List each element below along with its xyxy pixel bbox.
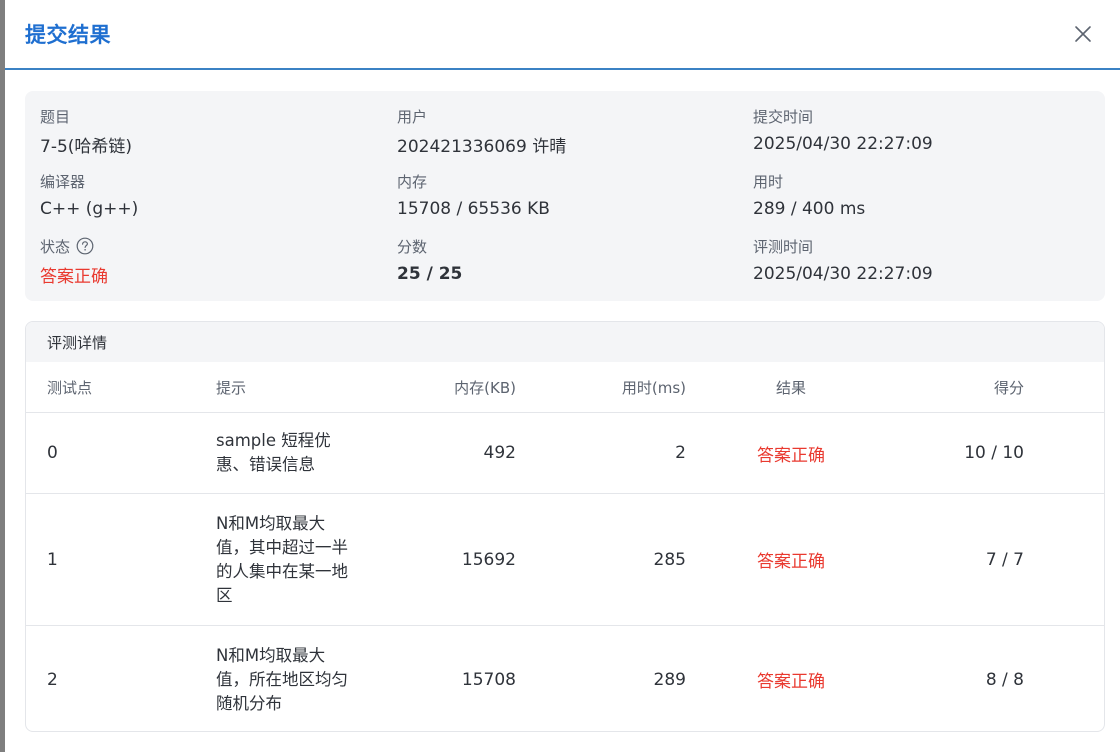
cell-testcase: 1	[47, 549, 58, 570]
time-label: 用时	[753, 172, 784, 191]
cell-memory: 492	[483, 443, 516, 463]
cell-time: 2	[675, 443, 686, 463]
memory-field: 内存 15708 / 65536 KB	[397, 170, 737, 221]
compiler-value: C++ (g++)	[40, 199, 139, 219]
time-field: 用时 289 / 400 ms	[753, 170, 1093, 221]
cell-result: 答案正确	[757, 445, 825, 466]
judge-details-panel: 评测详情 测试点 提示 内存(KB) 用时(ms) 结果 得分 0 sample…	[25, 321, 1105, 732]
cell-score: 8 / 8	[985, 669, 1024, 690]
cell-score: 7 / 7	[985, 549, 1024, 570]
cell-memory: 15708	[461, 669, 516, 690]
status-label: 状态	[40, 237, 71, 256]
header-memory: 内存(KB)	[454, 378, 516, 397]
compiler-label: 编译器	[40, 172, 86, 191]
dialog-title: 提交结果	[25, 23, 111, 47]
header-score: 得分	[993, 378, 1024, 397]
header-testcase: 测试点	[47, 378, 93, 397]
cell-testcase: 2	[47, 669, 58, 690]
judge-time-value: 2025/04/30 22:27:09	[753, 264, 933, 284]
cell-result: 答案正确	[757, 552, 825, 572]
table-header: 测试点 提示 内存(KB) 用时(ms) 结果 得分	[26, 362, 1104, 413]
problem-value: 7-5(哈希链)	[40, 136, 133, 157]
time-value: 289 / 400 ms	[753, 199, 866, 219]
submission-result-dialog: 提交结果 题目 7-5(哈希链) 用户 202421336069 许晴 提交时间…	[5, 0, 1120, 752]
submit-time-field: 提交时间 2025/04/30 22:27:09	[753, 105, 1093, 156]
close-icon	[1075, 26, 1091, 42]
cell-hint: sample 短程优惠、错误信息	[216, 431, 331, 474]
submit-time-value: 2025/04/30 22:27:09	[753, 134, 933, 154]
table-row: 2 N和M均取最大值，所在地区均匀随机分布 15708 289 答案正确 8 /…	[26, 626, 1104, 731]
compiler-field: 编译器 C++ (g++)	[40, 170, 380, 221]
cell-time: 285	[653, 549, 686, 570]
table-row: 0 sample 短程优惠、错误信息 492 2 答案正确 10 / 10	[26, 413, 1104, 494]
cell-hint: N和M均取最大值，其中超过一半的人集中在某一地区	[216, 513, 348, 605]
dialog-header: 提交结果	[5, 0, 1120, 70]
header-hint: 提示	[216, 378, 247, 397]
user-value: 202421336069 许晴	[397, 136, 567, 157]
memory-label: 内存	[397, 172, 428, 191]
problem-field: 题目 7-5(哈希链)	[40, 105, 380, 157]
header-time: 用时(ms)	[621, 378, 686, 397]
header-result: 结果	[775, 378, 806, 397]
user-field: 用户 202421336069 许晴	[397, 105, 737, 157]
user-label: 用户	[397, 107, 428, 126]
cell-score: 10 / 10	[964, 443, 1024, 463]
memory-value: 15708 / 65536 KB	[397, 199, 550, 219]
cell-time: 289	[653, 669, 686, 690]
judge-time-label: 评测时间	[753, 237, 814, 256]
cell-result: 答案正确	[757, 672, 825, 692]
close-button[interactable]	[1066, 17, 1100, 51]
question-circle-icon[interactable]	[76, 237, 94, 255]
submission-info-panel: 题目 7-5(哈希链) 用户 202421336069 许晴 提交时间 2025…	[25, 91, 1105, 301]
table-row: 1 N和M均取最大值，其中超过一半的人集中在某一地区 15692 285 答案正…	[26, 494, 1104, 626]
status-field: 状态 答案正确	[40, 235, 380, 287]
cell-hint: N和M均取最大值，所在地区均匀随机分布	[216, 645, 348, 713]
status-value: 答案正确	[40, 266, 108, 287]
score-value: 25 / 25	[397, 264, 463, 284]
cell-memory: 15692	[461, 549, 516, 570]
score-label: 分数	[397, 237, 428, 256]
score-field: 分数 25 / 25	[397, 235, 737, 286]
submit-time-label: 提交时间	[753, 107, 814, 126]
cell-testcase: 0	[47, 443, 58, 463]
judge-time-field: 评测时间 2025/04/30 22:27:09	[753, 235, 1093, 286]
details-title: 评测详情	[26, 322, 1104, 362]
problem-label: 题目	[40, 107, 71, 126]
